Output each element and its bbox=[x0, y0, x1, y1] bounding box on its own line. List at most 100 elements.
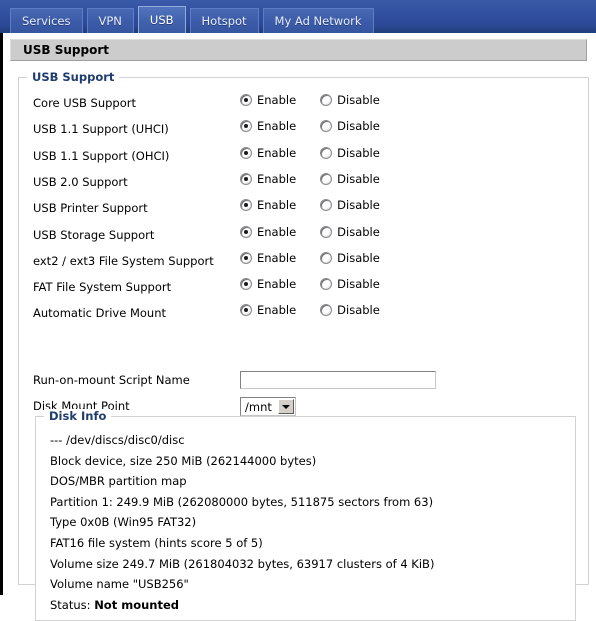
setting-label: USB 1.1 Support (OHCI) bbox=[33, 148, 170, 163]
radio-option-disable[interactable]: Disable bbox=[320, 277, 380, 291]
disk-info-status-value: Not mounted bbox=[94, 597, 179, 612]
page-content: USB Support USB Support Core USB Support… bbox=[8, 33, 596, 621]
radio-enable-icon[interactable] bbox=[240, 146, 252, 159]
radio-enable-icon[interactable] bbox=[240, 120, 252, 133]
radio-option-enable[interactable]: Enable bbox=[240, 119, 296, 133]
tab-services[interactable]: Services bbox=[10, 8, 83, 33]
radio-label: Disable bbox=[337, 250, 380, 265]
enable-disable-radio-group: Enable Disable bbox=[240, 119, 380, 133]
radio-label: Enable bbox=[257, 145, 297, 160]
usb-support-section: USB Support Core USB Support Enable Disabl… bbox=[18, 70, 589, 621]
radio-enable-icon[interactable] bbox=[240, 172, 252, 185]
disk-info-line: Status: Not mounted bbox=[50, 598, 179, 612]
setting-row: FAT File System Support Enable Disable bbox=[19, 276, 588, 302]
radio-label: Disable bbox=[337, 93, 380, 107]
setting-row: ext2 / ext3 File System Support Enable Dis… bbox=[19, 250, 588, 276]
radio-disable-icon[interactable] bbox=[320, 251, 333, 264]
setting-row: USB 1.1 Support (OHCI) Enable Disable bbox=[19, 145, 588, 171]
radio-enable-icon[interactable] bbox=[240, 304, 252, 317]
radio-enable-icon[interactable] bbox=[240, 199, 252, 212]
radio-option-enable[interactable]: Enable bbox=[240, 93, 296, 107]
radio-option-disable[interactable]: Disable bbox=[320, 93, 380, 107]
radio-option-disable[interactable]: Disable bbox=[320, 303, 380, 317]
radio-label: Disable bbox=[337, 171, 380, 186]
setting-row: USB Storage Support Enable Disable bbox=[19, 224, 588, 250]
disk-info-section: Disk Info --- /dev/discs/disc0/disc Block… bbox=[35, 409, 576, 621]
enable-disable-radio-group: Enable Disable bbox=[240, 225, 380, 239]
radio-enable-icon[interactable] bbox=[240, 251, 252, 264]
disk-info-text: Status: bbox=[50, 597, 95, 612]
setting-label: Core USB Support bbox=[33, 96, 136, 110]
disk-info-line: Volume size 249.7 MiB (261804032 bytes, … bbox=[50, 557, 434, 571]
tab-hotspot[interactable]: Hotspot bbox=[189, 8, 259, 33]
setting-row: USB 1.1 Support (UHCI) Enable Disable bbox=[19, 118, 588, 144]
disk-info-text: Volume size 249.7 MiB (261804032 bytes, … bbox=[50, 556, 435, 571]
tab-vpn[interactable]: VPN bbox=[86, 8, 134, 33]
disk-info-line: Volume name "USB256" bbox=[50, 577, 189, 591]
enable-disable-radio-group: Enable Disable bbox=[240, 172, 380, 186]
enable-disable-radio-group: Enable Disable bbox=[240, 277, 380, 291]
disk-mount-point-select[interactable]: /mnt bbox=[240, 397, 296, 416]
disk-info-text: Volume name "USB256" bbox=[50, 577, 189, 592]
radio-label: Disable bbox=[337, 145, 380, 160]
setting-label: USB 2.0 Support bbox=[33, 174, 128, 189]
page-title: USB Support bbox=[10, 39, 587, 61]
radio-option-enable[interactable]: Enable bbox=[240, 277, 296, 291]
radio-label: Disable bbox=[337, 198, 380, 213]
radio-label: Enable bbox=[257, 303, 297, 318]
enable-disable-radio-group: Enable Disable bbox=[240, 146, 380, 160]
disk-info-text: --- /dev/discs/disc0/disc bbox=[50, 433, 185, 447]
radio-option-disable[interactable]: Disable bbox=[320, 172, 380, 186]
enable-disable-radio-group: Enable Disable bbox=[240, 93, 380, 107]
radio-option-enable[interactable]: Enable bbox=[240, 172, 296, 186]
radio-option-disable[interactable]: Disable bbox=[320, 146, 380, 160]
radio-disable-icon[interactable] bbox=[320, 199, 333, 212]
tab-my-ad-network[interactable]: My Ad Network bbox=[262, 8, 374, 33]
radio-disable-icon[interactable] bbox=[320, 146, 333, 159]
radio-enable-icon[interactable] bbox=[240, 94, 252, 106]
disk-info-text: DOS/MBR partition map bbox=[50, 474, 187, 489]
setting-label: FAT File System Support bbox=[33, 280, 172, 295]
tab-usb[interactable]: USB bbox=[137, 6, 186, 33]
radio-option-disable[interactable]: Disable bbox=[320, 251, 380, 265]
disk-info-line: Type 0x0B (Win95 FAT32) bbox=[50, 515, 196, 529]
radio-option-disable[interactable]: Disable bbox=[320, 119, 380, 133]
run-on-mount-script-input[interactable] bbox=[240, 371, 436, 389]
radio-disable-icon[interactable] bbox=[320, 120, 333, 133]
radio-disable-icon[interactable] bbox=[320, 172, 333, 185]
disk-info-legend: Disk Info bbox=[44, 409, 112, 423]
tab-list: Services VPN USB Hotspot My Ad Network bbox=[10, 6, 374, 33]
usb-support-legend: USB Support bbox=[27, 70, 120, 84]
radio-option-disable[interactable]: Disable bbox=[320, 225, 380, 239]
disk-info-text: Partition 1: 249.9 MiB (262080000 bytes,… bbox=[50, 494, 434, 509]
setting-row: USB Printer Support Enable Disable bbox=[19, 197, 588, 223]
setting-label: USB Printer Support bbox=[33, 201, 148, 216]
setting-label: USB 1.1 Support (UHCI) bbox=[33, 122, 169, 137]
radio-disable-icon[interactable] bbox=[320, 304, 333, 317]
radio-enable-icon[interactable] bbox=[240, 278, 252, 291]
radio-label: Disable bbox=[337, 303, 380, 318]
radio-label: Enable bbox=[257, 250, 297, 265]
radio-option-enable[interactable]: Enable bbox=[240, 198, 296, 212]
radio-option-disable[interactable]: Disable bbox=[320, 198, 380, 212]
radio-option-enable[interactable]: Enable bbox=[240, 146, 296, 160]
tab-bar: Services VPN USB Hotspot My Ad Network bbox=[0, 0, 596, 33]
enable-disable-radio-group: Enable Disable bbox=[240, 198, 380, 212]
chevron-down-icon[interactable] bbox=[277, 399, 294, 414]
setting-label: Automatic Drive Mount bbox=[33, 306, 166, 321]
radio-disable-icon[interactable] bbox=[320, 225, 333, 238]
radio-option-enable[interactable]: Enable bbox=[240, 303, 296, 317]
disk-info-text: Block device, size 250 MiB (262144000 by… bbox=[50, 453, 317, 468]
radio-disable-icon[interactable] bbox=[320, 94, 333, 106]
radio-label: Enable bbox=[257, 198, 297, 213]
radio-disable-icon[interactable] bbox=[320, 278, 333, 291]
radio-option-enable[interactable]: Enable bbox=[240, 225, 296, 239]
radio-option-enable[interactable]: Enable bbox=[240, 251, 296, 265]
radio-enable-icon[interactable] bbox=[240, 225, 252, 238]
enable-disable-radio-group: Enable Disable bbox=[240, 303, 380, 317]
enable-disable-radio-group: Enable Disable bbox=[240, 251, 380, 265]
radio-label: Enable bbox=[257, 171, 297, 186]
radio-label: Enable bbox=[257, 224, 297, 239]
setting-label: USB Storage Support bbox=[33, 227, 155, 242]
setting-row: USB 2.0 Support Enable Disable bbox=[19, 171, 588, 197]
